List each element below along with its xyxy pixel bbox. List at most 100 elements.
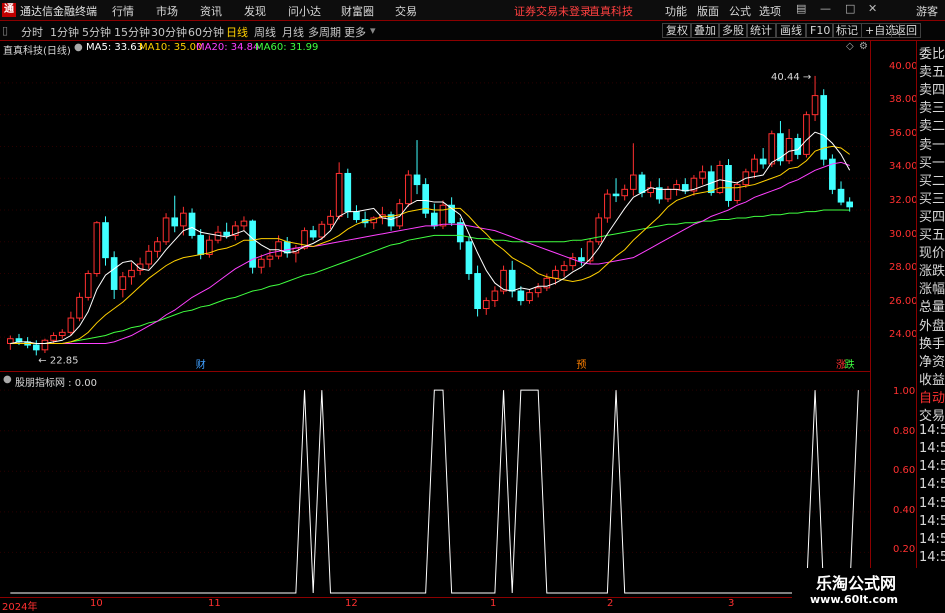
candle-body <box>84 273 92 298</box>
guest-login[interactable]: 游客 <box>916 3 938 19</box>
signal-tick: 0.20 <box>893 544 916 555</box>
candle-body <box>759 158 767 165</box>
biaoji-button[interactable]: 标记 <box>832 23 862 38</box>
side-field-21: 14:56 <box>919 423 945 439</box>
menu-jiaoyi[interactable]: 交易 <box>395 3 417 19</box>
candle-body <box>128 269 135 278</box>
side-field-26: 14:56 <box>919 513 945 529</box>
tab-duozhouqi[interactable]: 多周期 <box>308 24 341 40</box>
close-icon[interactable]: ✕ <box>868 2 877 15</box>
menu-wenxiaoda[interactable]: 问小达 <box>288 3 321 19</box>
watermark: 乐淘公式网 www.60lt.com <box>792 568 945 609</box>
candle-body <box>283 241 291 254</box>
sub-indicator-icon[interactable]: ● <box>3 374 12 385</box>
side-field-24: 14:56 <box>919 477 945 493</box>
price-tick: 40.00 <box>889 61 918 72</box>
menu-hangqing[interactable]: 行情 <box>112 3 134 19</box>
watermark-url: www.60lt.com <box>810 593 899 606</box>
menu-shichang[interactable]: 市场 <box>156 3 178 19</box>
indicator-chart[interactable] <box>0 372 870 597</box>
event-marker: 跌 <box>845 358 855 371</box>
tab-30min[interactable]: 30分钟 <box>151 24 187 40</box>
candle-body <box>309 230 317 238</box>
candle-body <box>534 287 542 294</box>
skin-icon[interactable]: ▤ <box>796 2 806 15</box>
tab-zhouxian[interactable]: 周线 <box>254 24 276 40</box>
menu-xuanxiang[interactable]: 选项 <box>759 3 781 19</box>
indicator-menu-icon[interactable]: ● <box>74 42 83 53</box>
menu-gongneng[interactable]: 功能 <box>665 3 687 19</box>
menu-faxian[interactable]: 发现 <box>244 3 266 19</box>
price-tick: 28.00 <box>889 262 918 273</box>
candle-body <box>257 258 265 268</box>
fuquan-button[interactable]: 复权 <box>662 23 692 38</box>
maximize-icon[interactable]: □ <box>845 2 855 15</box>
duogu-button[interactable]: 多股 <box>718 23 748 38</box>
side-field-11: 现价 <box>919 246 945 262</box>
tab-yuexian[interactable]: 月线 <box>282 24 304 40</box>
time-label: 11 <box>208 598 221 609</box>
watermark-title: 乐淘公式网 <box>816 574 897 593</box>
f10-button[interactable]: F10 <box>806 23 835 38</box>
app-logo-icon: 通 <box>2 3 16 17</box>
side-field-15: 外盘 <box>919 318 945 334</box>
side-field-25: 14:56 <box>919 495 945 511</box>
ma-info-bar: 直真科技(日线) ● MA5: 33.63 MA10: 35.00 MA20: … <box>0 41 870 57</box>
tab-1min[interactable]: 1分钟 <box>50 24 79 40</box>
candle-body <box>180 212 187 227</box>
menu-caifuquan[interactable]: 财富圈 <box>341 3 374 19</box>
side-field-7: 买二 <box>919 173 945 189</box>
tab-fenshi[interactable]: 分时 <box>21 24 43 40</box>
chart-gear-icon[interactable]: ⚙ <box>859 41 868 52</box>
candle-body <box>145 250 153 265</box>
menu-banmian[interactable]: 版面 <box>697 3 719 19</box>
tab-60min[interactable]: 60分钟 <box>188 24 224 40</box>
minimize-icon[interactable]: — <box>820 2 831 15</box>
login-warning[interactable]: 证券交易未登录 <box>514 3 591 19</box>
time-label: 10 <box>90 598 103 609</box>
signal-tick: 0.80 <box>893 426 916 437</box>
candle-body <box>811 95 819 116</box>
candle-body <box>621 188 629 197</box>
more-dropdown-icon[interactable]: ▾ <box>370 24 376 37</box>
menu-zixun[interactable]: 资讯 <box>200 3 222 19</box>
event-marker: 预 <box>576 359 586 371</box>
candle-body <box>552 269 559 279</box>
tongji-button[interactable]: 统计 <box>746 23 776 38</box>
candle-body <box>275 241 282 257</box>
chart-option-icon[interactable]: ◇ <box>846 41 854 52</box>
diejia-button[interactable]: 叠加 <box>690 23 720 38</box>
time-label: 3 <box>728 598 735 609</box>
candle-body <box>335 172 343 217</box>
tab-15min[interactable]: 15分钟 <box>114 24 150 40</box>
period-tab-bar: ▯ 分时 1分钟 5分钟 15分钟 30分钟 60分钟 日线 周线 月线 多周期… <box>0 21 945 41</box>
candle-body <box>110 257 118 290</box>
menu-gongshi[interactable]: 公式 <box>729 3 751 19</box>
side-field-2: 卖四 <box>919 83 945 99</box>
ma5-value: MA5: 33.63 <box>86 42 144 53</box>
back-button[interactable]: 返回 <box>891 23 921 38</box>
side-field-27: 14:56 <box>919 531 945 547</box>
side-field-18: 收益 <box>919 372 945 388</box>
candle-body <box>630 174 637 190</box>
candle-body <box>803 114 810 155</box>
signal-tick: 0.60 <box>893 465 916 476</box>
candle-body <box>93 222 101 275</box>
tab-bar-scroll-icon[interactable]: ▯ <box>2 24 8 37</box>
tab-gengduo[interactable]: 更多 <box>344 24 366 40</box>
candlestick-chart[interactable]: 40.44 →← 22.85 财预涨跌 <box>0 55 870 372</box>
candle-body <box>699 171 706 179</box>
tab-rixian[interactable]: 日线 <box>226 24 248 40</box>
candle-body <box>785 138 793 162</box>
candle-body <box>751 158 758 173</box>
time-label: 12 <box>345 598 358 609</box>
price-tick: 30.00 <box>889 229 918 240</box>
price-axis: 40.00 38.00 36.00 34.00 32.00 30.00 28.0… <box>870 41 918 597</box>
tab-5min[interactable]: 5分钟 <box>82 24 111 40</box>
price-tick: 34.00 <box>889 161 918 172</box>
event-marker: 财 <box>196 358 206 371</box>
app-title: 通达信金融终端 <box>20 5 97 18</box>
candle-body <box>586 241 594 262</box>
huaxian-button[interactable]: 画线 <box>776 23 806 38</box>
candle-body <box>474 273 481 310</box>
